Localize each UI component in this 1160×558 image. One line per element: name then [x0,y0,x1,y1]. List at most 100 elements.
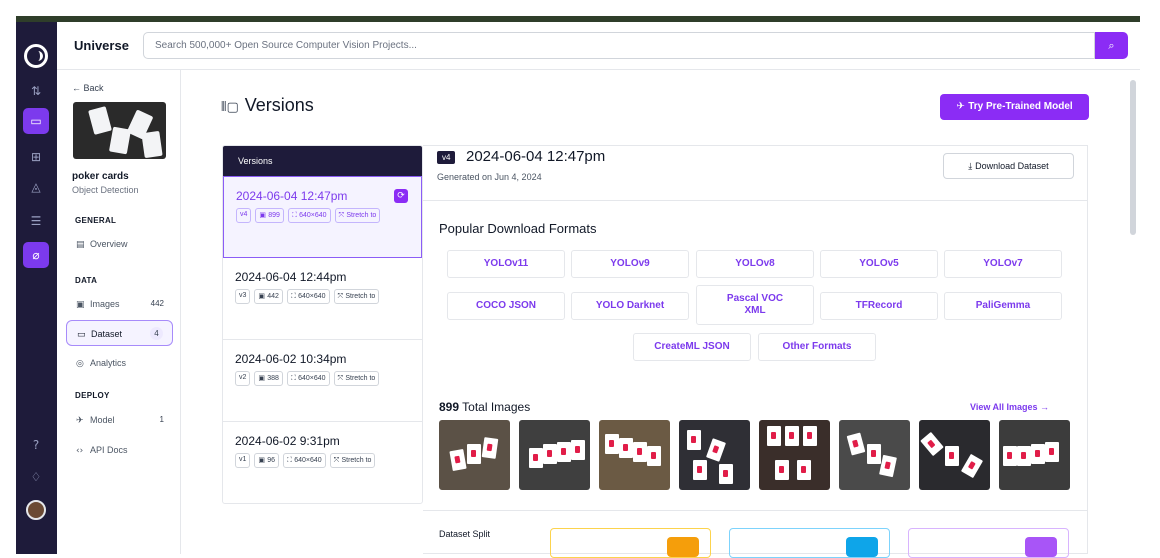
sync-icon[interactable]: ⟳ [394,189,408,203]
overview-icon: ▤ [76,240,85,250]
help-icon[interactable]: ? [23,432,49,458]
popular-formats-title: Popular Download Formats [439,221,597,236]
divider [423,200,1088,201]
page-scrollbar[interactable] [1130,80,1136,235]
images-icon: ▣ [76,300,85,310]
version-tag: v4 [236,208,252,223]
resize-icon: ⛶ [290,374,299,382]
dataset-image[interactable] [999,420,1070,490]
size-tag: ⛶ 640×640 [283,453,326,468]
rocket-icon: ✈ [956,101,969,112]
sidebar-item-analytics[interactable]: ◎ Analytics [66,350,173,376]
versions-list: Versions 2024-06-04 12:47pm ⟳ v4 ▣ 899 ⛶… [222,145,423,504]
dataset-image[interactable] [519,420,590,490]
format-button[interactable]: YOLOv11 [447,250,565,278]
arrow-left-icon: ← [72,83,84,93]
format-button[interactable]: Pascal VOC XML [696,285,814,325]
format-button[interactable]: COCO JSON [447,292,565,320]
image-gallery [439,420,1070,490]
sidebar-item-label: Model [90,415,115,425]
app-rail: ⇅ ▭ ⊞ ◬ ☰ ⌀ ? ♢ [16,22,57,554]
version-date: 2024-06-02 9:31pm [235,434,340,448]
back-label: Back [83,83,104,93]
sidebar-item-label: Images [90,299,120,309]
project-sidebar: ← Back poker cards Object Detection GENE… [57,70,181,554]
dataset-count: 4 [150,327,163,340]
sidebar-item-images[interactable]: ▣ Images 442 [66,291,173,317]
project-name: poker cards [72,171,129,182]
page-title-text: Versions [244,95,314,115]
generated-date: Generated on Jun 4, 2024 [437,172,542,182]
universe-brand[interactable]: Universe [74,38,129,53]
versions-icon: ⫴▢ [221,100,239,115]
preprocess-tag: ⤧ Stretch to [333,371,380,386]
image-count-tag: ▣ 388 [254,371,283,386]
back-link[interactable]: ← Back [72,83,104,93]
model-icon: ✈ [76,416,84,426]
format-button[interactable]: YOLOv5 [820,250,938,278]
version-card-v1[interactable]: 2024-06-02 9:31pm v1 ▣ 96 ⛶ 640×640 ⤧ St… [223,422,422,503]
sidebar-item-label: Overview [90,239,128,249]
image-icon: ▣ [258,456,268,464]
size-tag: ⛶ 640×640 [286,371,330,386]
version-tag: v1 [235,453,251,468]
section-general: GENERAL [75,216,117,225]
format-button[interactable]: PaliGemma [944,292,1062,320]
workflows-icon[interactable]: ⊞ [23,144,49,170]
try-pretrained-model-button[interactable]: ✈ Try Pre-Trained Model [940,94,1089,120]
user-avatar[interactable] [26,500,46,520]
download-label: Download Dataset [975,161,1049,171]
dataset-image[interactable] [759,420,830,490]
sidebar-item-dataset[interactable]: ▭ Dataset 4 [66,320,173,346]
preprocess-tag: ⤧ Stretch to [334,208,381,223]
dataset-image[interactable] [599,420,670,490]
dataset-image[interactable] [439,420,510,490]
preprocess-tag: ⤧ Stretch to [329,453,376,468]
versions-list-header: Versions [223,146,422,176]
version-card-v2[interactable]: 2024-06-02 10:34pm v2 ▣ 388 ⛶ 640×640 ⤧ … [223,340,422,422]
dataset-image[interactable] [919,420,990,490]
version-date: 2024-06-02 10:34pm [235,352,347,366]
version-title: 2024-06-04 12:47pm [466,148,606,165]
total-count: 899 [439,400,460,414]
sidebar-item-model[interactable]: ✈ Model 1 [66,407,173,433]
format-button[interactable]: YOLOv8 [696,250,814,278]
dataset-icon: ▭ [77,330,86,340]
search-button[interactable]: ⌕ [1095,32,1128,59]
sidebar-item-api-docs[interactable]: ‹› API Docs [66,437,173,463]
view-all-images-link[interactable]: View All Images → [970,402,1049,412]
format-button[interactable]: CreateML JSON [633,333,751,361]
deployments-icon[interactable]: ◬ [23,174,49,200]
section-deploy: DEPLOY [75,391,110,400]
valid-split-icon [846,537,878,557]
model-count: 1 [159,415,164,424]
search-icon: ⌕ [1108,39,1115,52]
project-thumbnail[interactable] [73,102,166,159]
format-button[interactable]: YOLO Darknet [571,292,689,320]
universe-icon[interactable]: ⌀ [23,242,49,268]
sort-icon[interactable]: ⇅ [23,78,49,104]
roboflow-logo-icon[interactable] [24,44,48,68]
notifications-icon[interactable]: ♢ [23,464,49,490]
sidebar-item-overview[interactable]: ▤ Overview [66,231,173,257]
monitoring-icon[interactable]: ☰ [23,208,49,234]
page-title: ⫴▢ Versions [221,95,314,116]
download-dataset-button[interactable]: ⤓ Download Dataset [943,153,1074,179]
search-input[interactable]: Search 500,000+ Open Source Computer Vis… [143,32,1095,59]
size-tag: ⛶ 640×640 [286,289,330,304]
image-icon: ▣ [259,211,269,219]
projects-icon[interactable]: ▭ [23,108,49,134]
version-date: 2024-06-04 12:47pm [236,189,348,203]
format-button[interactable]: YOLOv9 [571,250,689,278]
image-icon: ▣ [258,374,268,382]
format-button[interactable]: TFRecord [820,292,938,320]
version-card-v3[interactable]: 2024-06-04 12:44pm v3 ▣ 442 ⛶ 640×640 ⤧ … [223,258,422,340]
format-button[interactable]: Other Formats [758,333,876,361]
train-split-icon [667,537,699,557]
analytics-icon: ◎ [76,359,84,369]
format-button[interactable]: YOLOv7 [944,250,1062,278]
dataset-image[interactable] [839,420,910,490]
version-card-v4[interactable]: 2024-06-04 12:47pm ⟳ v4 ▣ 899 ⛶ 640×640 … [223,176,422,258]
sidebar-item-label: Dataset [91,329,123,339]
dataset-image[interactable] [679,420,750,490]
